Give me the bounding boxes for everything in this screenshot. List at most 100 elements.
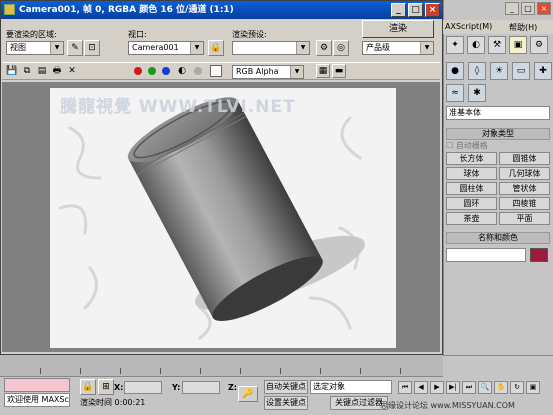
- green-channel-icon[interactable]: [148, 67, 156, 75]
- primitive-category-select[interactable]: 准基本体: [446, 106, 550, 120]
- copy-image-icon[interactable]: ⧉: [21, 65, 33, 77]
- modify-tab-icon[interactable]: ◐: [467, 36, 485, 54]
- orbit-icon[interactable]: ↻: [510, 381, 524, 394]
- go-to-start-icon[interactable]: ⏮: [398, 381, 412, 394]
- primitive-buttons: 长方体 圆锥体 球体 几何球体 圆柱体 管状体 圆环 四棱锥 茶壶 平面: [446, 152, 550, 225]
- lock-selection-icon[interactable]: 🔒: [80, 379, 96, 395]
- main-window-controls: _ □ ×: [505, 2, 551, 15]
- display-channel-dropdown[interactable]: RGB Alpha: [232, 65, 304, 79]
- object-color-swatch[interactable]: [530, 248, 548, 262]
- next-frame-icon[interactable]: ▶|: [446, 381, 460, 394]
- print-icon[interactable]: 🖶: [51, 65, 63, 77]
- object-name-field[interactable]: [446, 248, 526, 262]
- cone-button[interactable]: 圆锥体: [499, 152, 550, 165]
- alpha-channel-icon[interactable]: ◐: [176, 65, 188, 77]
- lights-icon[interactable]: ☀: [490, 62, 508, 80]
- main-menu-bar: AXScript(M) 帮助(H): [443, 20, 553, 34]
- maximize-icon[interactable]: □: [521, 2, 535, 15]
- rendered-image: 騰龍視覺 WWW.TLVI.NET: [50, 88, 396, 348]
- geosphere-button[interactable]: 几何球体: [499, 167, 550, 180]
- toggle-ui-icon[interactable]: ▬: [332, 64, 346, 78]
- timeline[interactable]: [0, 355, 443, 377]
- go-to-end-icon[interactable]: ⏭: [462, 381, 476, 394]
- camera-icon[interactable]: ▭: [512, 62, 530, 80]
- minimize-icon[interactable]: _: [505, 2, 519, 15]
- hierarchy-tab-icon[interactable]: ⚒: [488, 36, 506, 54]
- teapot-button[interactable]: 茶壶: [446, 212, 497, 225]
- key-icon[interactable]: 🔑: [238, 386, 258, 402]
- auto-grid-checkbox[interactable]: ☐ 自动栅格: [446, 140, 488, 151]
- object-type-rollout[interactable]: 对象类型: [446, 128, 550, 140]
- create-tab-icon[interactable]: ✦: [446, 36, 464, 54]
- image-watermark: 騰龍視覺 WWW.TLVI.NET: [60, 97, 296, 117]
- area-label: 要渲染的区域:: [6, 30, 57, 39]
- pyramid-button[interactable]: 四棱锥: [499, 197, 550, 210]
- viewport-dropdown[interactable]: Camera001: [128, 41, 204, 55]
- maximize-icon[interactable]: □: [408, 3, 423, 17]
- clear-icon[interactable]: ✕: [66, 65, 78, 77]
- environment-icon[interactable]: ◎: [333, 40, 349, 56]
- x-label: X:: [114, 383, 124, 392]
- selection-dropdown[interactable]: 选定对象: [310, 380, 392, 394]
- auto-region-icon[interactable]: ⊡: [84, 40, 100, 56]
- torus-button[interactable]: 圆环: [446, 197, 497, 210]
- render-quality-dropdown[interactable]: 产品级: [362, 41, 434, 55]
- render-button[interactable]: 渲染: [362, 20, 434, 38]
- utilities-tab-icon[interactable]: ⚙: [530, 36, 548, 54]
- menu-help[interactable]: 帮助(H): [509, 22, 537, 33]
- menu-maxscript[interactable]: AXScript(M): [445, 22, 492, 31]
- name-color-rollout[interactable]: 名称和颜色: [446, 232, 550, 244]
- shapes-icon[interactable]: ◊: [468, 62, 486, 80]
- area-dropdown[interactable]: 视图: [6, 41, 64, 55]
- red-channel-icon[interactable]: [134, 67, 142, 75]
- geometry-icon[interactable]: ●: [446, 62, 464, 80]
- render-time: 渲染时间 0:00:21: [80, 398, 146, 407]
- plane-button[interactable]: 平面: [499, 212, 550, 225]
- app-icon: [4, 4, 15, 15]
- create-category-icons-2: ≈ ✱: [446, 84, 486, 102]
- auto-grid-label: 自动栅格: [455, 141, 488, 150]
- close-icon[interactable]: ×: [425, 3, 440, 17]
- x-coordinate-field[interactable]: [124, 381, 162, 394]
- blue-channel-icon[interactable]: [162, 67, 170, 75]
- toggle-ui-overlay-icon[interactable]: ▦: [316, 64, 330, 78]
- previous-frame-icon[interactable]: ◀: [414, 381, 428, 394]
- helpers-icon[interactable]: ✚: [534, 62, 552, 80]
- set-key-button[interactable]: 设置关键点: [264, 396, 308, 410]
- play-icon[interactable]: ▶: [430, 381, 444, 394]
- display-tab-icon[interactable]: ▣: [509, 36, 527, 54]
- spacewarp-icon[interactable]: ≈: [446, 84, 464, 102]
- render-window-title-bar[interactable]: Camera001, 帧 0, RGBA 颜色 16 位/通道 (1:1) _ …: [1, 1, 442, 19]
- render-window-controls: _ □ ×: [391, 3, 440, 17]
- maxscript-listener-field[interactable]: [4, 378, 70, 392]
- auto-key-button[interactable]: 自动关键点: [264, 380, 308, 394]
- systems-icon[interactable]: ✱: [468, 84, 486, 102]
- background-color-swatch[interactable]: [210, 65, 222, 77]
- tube-button[interactable]: 管状体: [499, 182, 550, 195]
- edit-region-icon[interactable]: ✎: [67, 40, 83, 56]
- clone-window-icon[interactable]: ▤: [36, 65, 48, 77]
- box-button[interactable]: 长方体: [446, 152, 497, 165]
- y-coordinate-field[interactable]: [182, 381, 220, 394]
- viewport-label: 视口:: [128, 30, 147, 39]
- z-label: Z:: [228, 383, 237, 392]
- minimize-icon[interactable]: _: [391, 3, 406, 17]
- close-icon[interactable]: ×: [537, 2, 551, 15]
- create-category-icons: ● ◊ ☀ ▭ ✚: [446, 62, 552, 80]
- maximize-viewport-icon[interactable]: ▣: [526, 381, 540, 394]
- render-window-title: Camera001, 帧 0, RGBA 颜色 16 位/通道 (1:1): [19, 5, 234, 15]
- welcome-status: 欢迎使用 MAXSc: [4, 393, 70, 407]
- save-image-icon[interactable]: 💾: [6, 65, 18, 77]
- y-label: Y:: [172, 383, 181, 392]
- lock-viewport-icon[interactable]: 🔒: [208, 40, 224, 56]
- cylinder-button[interactable]: 圆柱体: [446, 182, 497, 195]
- sphere-button[interactable]: 球体: [446, 167, 497, 180]
- pan-icon[interactable]: ✋: [494, 381, 508, 394]
- render-setup-icon[interactable]: ⚙: [316, 40, 332, 56]
- rendered-cylinder-scene: [58, 97, 365, 340]
- zoom-icon[interactable]: 🔍: [478, 381, 492, 394]
- absolute-mode-icon[interactable]: ⊞: [98, 379, 114, 395]
- monochrome-icon[interactable]: [194, 67, 202, 75]
- playback-controls: ⏮ ◀ ▶ ▶| ⏭ 🔍 ✋ ↻ ▣: [398, 381, 540, 394]
- render-preset-dropdown[interactable]: [232, 41, 310, 55]
